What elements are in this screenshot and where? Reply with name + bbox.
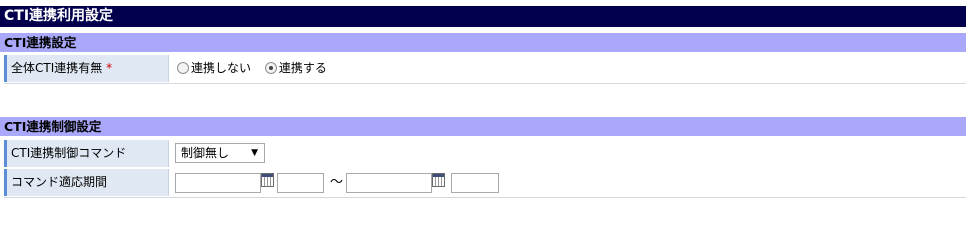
end-date-input[interactable] xyxy=(346,173,432,193)
control-command-selected: 制御無し xyxy=(181,146,230,160)
cti-enabled-label: 全体CTI連携有無 * xyxy=(4,55,168,82)
period-separator: ～ xyxy=(330,175,344,190)
control-command-label: CTI連携制御コマンド xyxy=(4,140,168,167)
command-period-label: コマンド適応期間 xyxy=(4,169,168,196)
start-date-input[interactable] xyxy=(175,173,261,193)
start-time-input[interactable] xyxy=(277,173,324,193)
end-time-input[interactable] xyxy=(451,173,499,193)
radio-no-link[interactable] xyxy=(177,62,189,74)
radio-link-label[interactable]: 連携する xyxy=(279,61,327,75)
row-control-command: CTI連携制御コマンド 制御無し ▼ xyxy=(4,140,966,168)
control-command-value: 制御無し ▼ xyxy=(168,140,966,167)
radio-link[interactable] xyxy=(264,62,277,74)
radio-no-link-label[interactable]: 連携しない xyxy=(191,61,251,75)
cti-enabled-label-text: 全体CTI連携有無 xyxy=(11,61,103,75)
control-command-select[interactable]: 制御無し ▼ xyxy=(175,143,265,163)
divider xyxy=(4,83,966,84)
section-header-cti-control: CTI連携制御設定 xyxy=(0,117,966,136)
section-header-cti-setting: CTI連携設定 xyxy=(0,33,966,52)
required-mark: * xyxy=(106,61,113,75)
command-period-value: ～ xyxy=(168,169,966,196)
row-command-period: コマンド適応期間 ～ xyxy=(4,169,966,197)
row-cti-enabled: 全体CTI連携有無 * 連携しない 連携する xyxy=(4,55,966,83)
start-calendar-icon[interactable] xyxy=(261,173,274,187)
chevron-down-icon: ▼ xyxy=(251,148,258,158)
cti-enabled-value: 連携しない 連携する xyxy=(168,55,966,82)
divider xyxy=(4,197,966,198)
page-title: CTI連携利用設定 xyxy=(0,6,966,27)
end-calendar-icon[interactable] xyxy=(432,173,445,187)
cti-enabled-radio-group: 連携しない 連携する xyxy=(177,55,337,82)
